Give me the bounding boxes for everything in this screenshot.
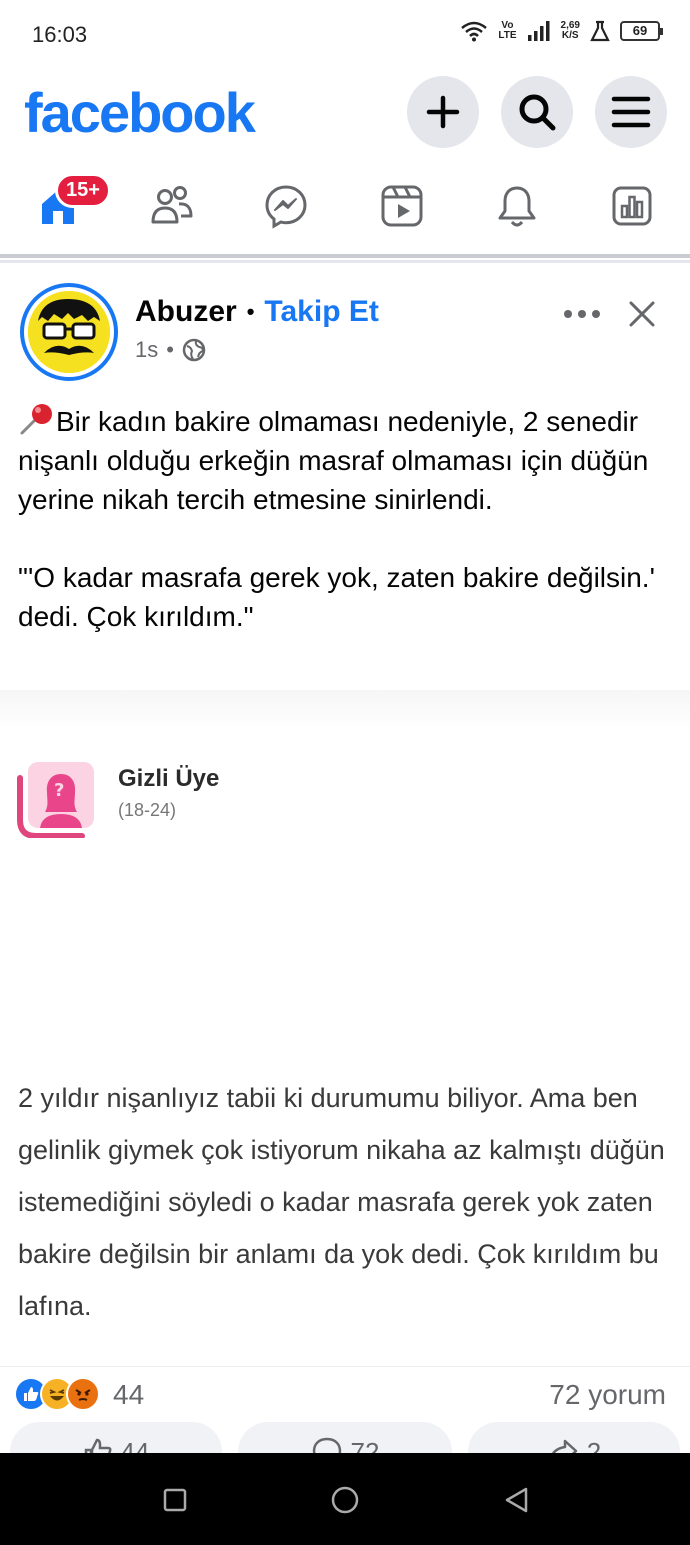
home-badge: 15+ [55,173,111,208]
app-header: facebook [0,72,690,154]
tab-notifications[interactable] [489,178,545,234]
video-icon [381,185,423,227]
net-bottom: LTE [498,30,517,41]
embedded-text: 2 yıldır nişanlıyız tabii ki durumumu bi… [18,1083,665,1321]
tab-friends[interactable] [144,178,200,234]
plus-icon [426,95,460,129]
search-icon [519,94,556,131]
post-body: Bir kadın bakire olmaması nedeniyle, 2 s… [18,402,678,675]
menu-button[interactable] [595,76,667,148]
bell-icon [498,186,536,227]
dashboard-icon [612,186,652,226]
avatar-face-icon [28,291,110,373]
signal-icon [527,21,550,41]
meta-dot: • [166,337,174,362]
post-paragraph-1: Bir kadın bakire olmaması nedeniyle, 2 s… [18,402,678,519]
reaction-count[interactable]: 44 [113,1379,144,1411]
flask-icon [590,20,610,42]
anonymous-user-age: (18-24) [118,800,177,820]
post-image[interactable]: ? Gizli Üye (18-24) 2 yıldır nişanlıyız … [0,690,690,1366]
separator-dot: • [246,299,255,324]
post-paragraph-1-text: Bir kadın bakire olmaması nedeniyle, 2 s… [18,406,649,515]
anonymous-user-name: Gizli Üye [118,765,220,792]
author-row: Abuzer • Takip Et [135,295,379,329]
feed-divider [0,260,690,263]
post-paragraph-2: "'O kadar masrafa gerek yok, zaten bakir… [18,562,655,632]
battery-icon: 69 [620,21,663,41]
net-speed: 2,69 K/S [561,21,580,41]
avatar-image [28,291,110,373]
svg-text:?: ? [54,780,64,801]
tab-video[interactable] [374,178,430,234]
home-nav-icon[interactable] [330,1485,360,1515]
reaction-icons [14,1377,100,1411]
image-top-fade [0,690,690,730]
network-type: Vo LTE [498,21,516,41]
post-time[interactable]: 1s [135,337,158,363]
menu-icon [611,96,651,128]
search-button[interactable] [501,76,573,148]
author-name[interactable]: Abuzer [135,295,237,329]
pushpin-icon [20,404,52,435]
facebook-logo[interactable]: facebook [24,80,256,145]
more-options-icon[interactable] [558,296,606,332]
speed-bottom: K/S [561,30,579,41]
wifi-icon [461,21,488,42]
screen: 16:03 Vo LTE 2,69 K/S 69 facebook 15+ Ab… [0,0,690,1545]
anonymous-user-icon: ? [17,762,94,838]
comment-count[interactable]: 72 yorum [549,1379,666,1411]
system-nav-bar [0,1453,690,1545]
status-bar: 16:03 Vo LTE 2,69 K/S 69 [0,0,690,70]
nav-tabs: 15+ [0,168,690,248]
friends-icon [151,186,193,224]
post-meta: 1s • [135,337,206,363]
tab-messenger[interactable] [258,178,314,234]
angry-reaction-icon [66,1377,100,1411]
follow-button[interactable]: Takip Et [264,295,378,329]
nav-divider [0,254,690,258]
status-icons: Vo LTE 2,69 K/S 69 [460,20,663,42]
messenger-icon [265,185,307,229]
create-button[interactable] [407,76,479,148]
tab-dashboard[interactable] [604,178,660,234]
recent-apps-icon[interactable] [160,1485,190,1515]
reactions-bar[interactable]: 44 72 yorum [0,1366,690,1426]
status-time: 16:03 [32,22,88,47]
close-icon[interactable] [624,296,660,332]
author-avatar[interactable] [20,283,118,381]
globe-icon [182,338,206,362]
back-icon[interactable] [502,1485,532,1515]
